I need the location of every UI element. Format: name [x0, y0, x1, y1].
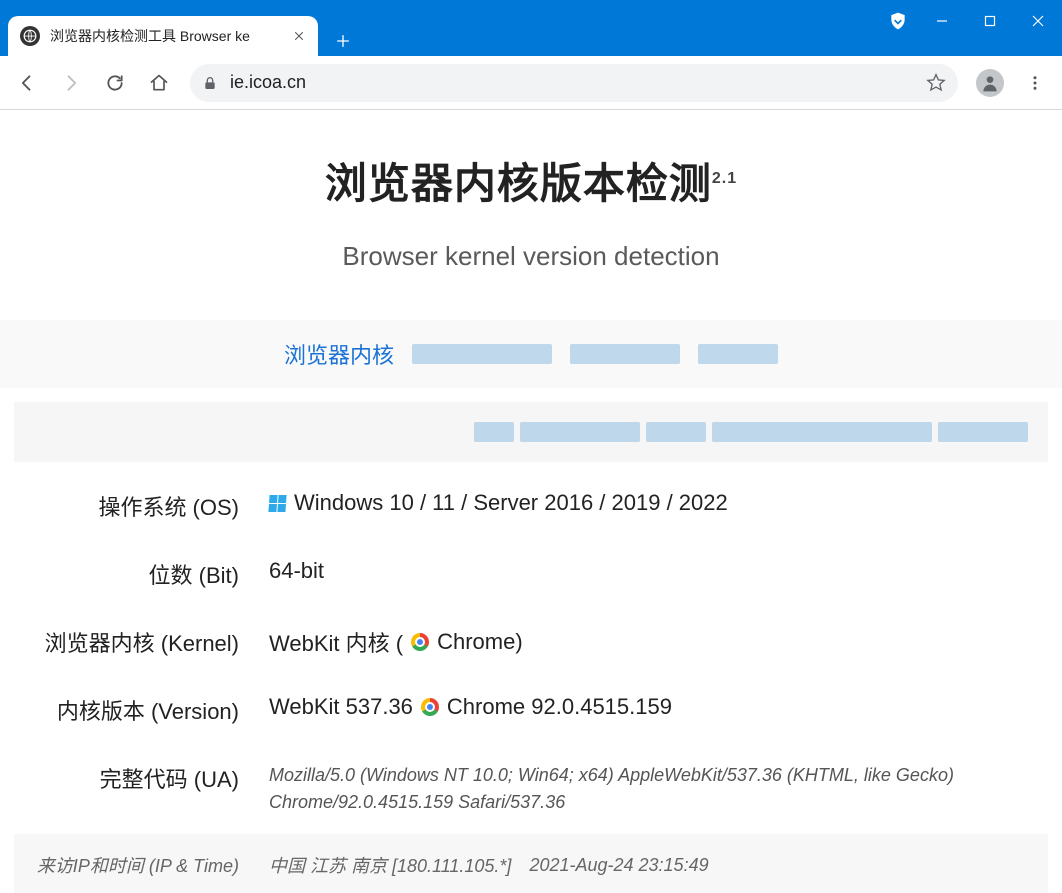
chrome-icon — [411, 633, 429, 651]
value-ip-time: 2021-Aug-24 23:15:49 — [529, 855, 708, 876]
reload-button[interactable] — [96, 64, 134, 102]
nav-link-kernel[interactable]: 浏览器内核 — [284, 338, 394, 370]
window-minimize-button[interactable] — [918, 0, 966, 42]
redacted-block — [412, 344, 552, 364]
value-kernel-prefix: WebKit 内核 ( — [269, 626, 403, 658]
label-os: 操作系统 (OS) — [24, 490, 269, 522]
chrome-icon — [421, 698, 439, 716]
page-title-text: 浏览器内核版本检测 — [325, 160, 712, 207]
redacted-block — [712, 422, 932, 442]
label-bit: 位数 (Bit) — [24, 558, 269, 590]
label-ip: 来访IP和时间 (IP & Time) — [24, 852, 269, 878]
row-ip: 来访IP和时间 (IP & Time) 中国 江苏 南京 [180.111.10… — [14, 834, 1048, 893]
tab-title: 浏览器内核检测工具 Browser ke — [50, 26, 290, 46]
value-kernel: WebKit 内核 ( Chrome) — [269, 626, 1038, 658]
page-viewport[interactable]: 浏览器内核版本检测2.1 Browser kernel version dete… — [0, 110, 1062, 893]
tab-favicon-icon — [20, 26, 40, 46]
home-button[interactable] — [140, 64, 178, 102]
browser-toolbar: ie.icoa.cn — [0, 56, 1062, 110]
value-bit: 64-bit — [269, 558, 1038, 584]
value-version-browser: Chrome 92.0.4515.159 — [447, 694, 672, 720]
url-text: ie.icoa.cn — [230, 72, 306, 93]
forward-button[interactable] — [52, 64, 90, 102]
profile-avatar[interactable] — [976, 69, 1004, 97]
redacted-block — [698, 344, 778, 364]
page-version-sup: 2.1 — [712, 170, 737, 187]
redacted-block — [520, 422, 640, 442]
windows-icon — [268, 495, 286, 512]
detail-table: 操作系统 (OS) Windows 10 / 11 / Server 2016 … — [14, 472, 1048, 893]
redacted-block — [474, 422, 514, 442]
browser-tab[interactable]: 浏览器内核检测工具 Browser ke — [8, 16, 318, 56]
window-controls — [878, 0, 1062, 42]
redacted-block — [646, 422, 706, 442]
menu-button[interactable] — [1016, 64, 1054, 102]
row-os: 操作系统 (OS) Windows 10 / 11 / Server 2016 … — [14, 472, 1048, 540]
info-area: 操作系统 (OS) Windows 10 / 11 / Server 2016 … — [0, 402, 1062, 893]
value-ua: Mozilla/5.0 (Windows NT 10.0; Win64; x64… — [269, 762, 1038, 816]
window-titlebar: 浏览器内核检测工具 Browser ke — [0, 0, 1062, 56]
redacted-block — [938, 422, 1028, 442]
value-version: WebKit 537.36 Chrome 92.0.4515.159 — [269, 694, 1038, 720]
value-version-prefix: WebKit 537.36 — [269, 694, 413, 720]
window-maximize-button[interactable] — [966, 0, 1014, 42]
address-bar[interactable]: ie.icoa.cn — [190, 64, 958, 102]
row-bit: 位数 (Bit) 64-bit — [14, 540, 1048, 608]
page-title: 浏览器内核版本检测2.1 — [0, 150, 1062, 211]
info-banner — [14, 402, 1048, 462]
bookmark-star-icon[interactable] — [926, 73, 946, 93]
value-kernel-browser: Chrome) — [437, 629, 523, 655]
label-kernel: 浏览器内核 (Kernel) — [24, 626, 269, 658]
new-tab-button[interactable] — [328, 26, 358, 56]
label-version: 内核版本 (Version) — [24, 694, 269, 726]
redacted-block — [570, 344, 680, 364]
value-os: Windows 10 / 11 / Server 2016 / 2019 / 2… — [269, 490, 1038, 516]
page-subtitle: Browser kernel version detection — [0, 241, 1062, 272]
row-ua: 完整代码 (UA) Mozilla/5.0 (Windows NT 10.0; … — [14, 744, 1048, 834]
value-ip-location: 中国 江苏 南京 [180.111.105.*] — [269, 852, 511, 878]
label-ua: 完整代码 (UA) — [24, 762, 269, 794]
row-version: 内核版本 (Version) WebKit 537.36 Chrome 92.0… — [14, 676, 1048, 744]
tab-strip: 浏览器内核检测工具 Browser ke — [0, 0, 878, 56]
value-ip: 中国 江苏 南京 [180.111.105.*] 2021-Aug-24 23:… — [269, 852, 1038, 878]
nav-section: 浏览器内核 — [0, 320, 1062, 388]
page-content: 浏览器内核版本检测2.1 Browser kernel version dete… — [0, 110, 1062, 893]
window-close-button[interactable] — [1014, 0, 1062, 42]
back-button[interactable] — [8, 64, 46, 102]
lock-icon — [202, 75, 218, 91]
shield-dropdown-icon[interactable] — [878, 0, 918, 42]
tab-close-button[interactable] — [290, 27, 308, 45]
value-os-text: Windows 10 / 11 / Server 2016 / 2019 / 2… — [294, 490, 728, 516]
row-kernel: 浏览器内核 (Kernel) WebKit 内核 ( Chrome) — [14, 608, 1048, 676]
